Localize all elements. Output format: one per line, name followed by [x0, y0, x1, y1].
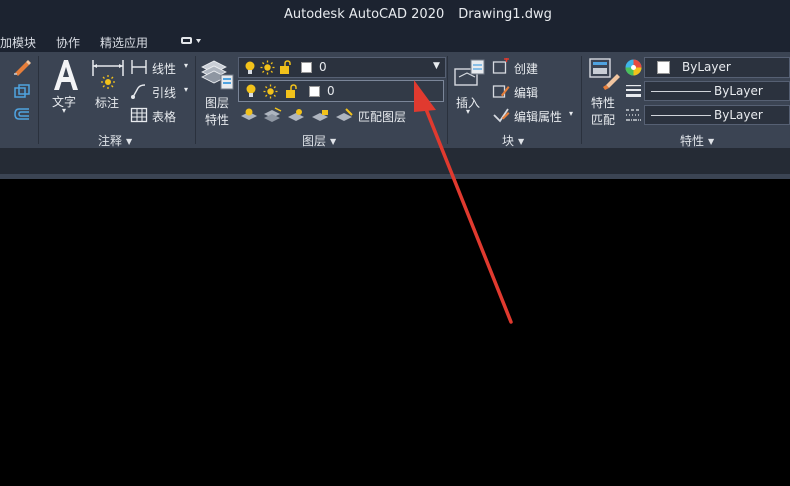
annotation-arrow	[414, 80, 513, 324]
